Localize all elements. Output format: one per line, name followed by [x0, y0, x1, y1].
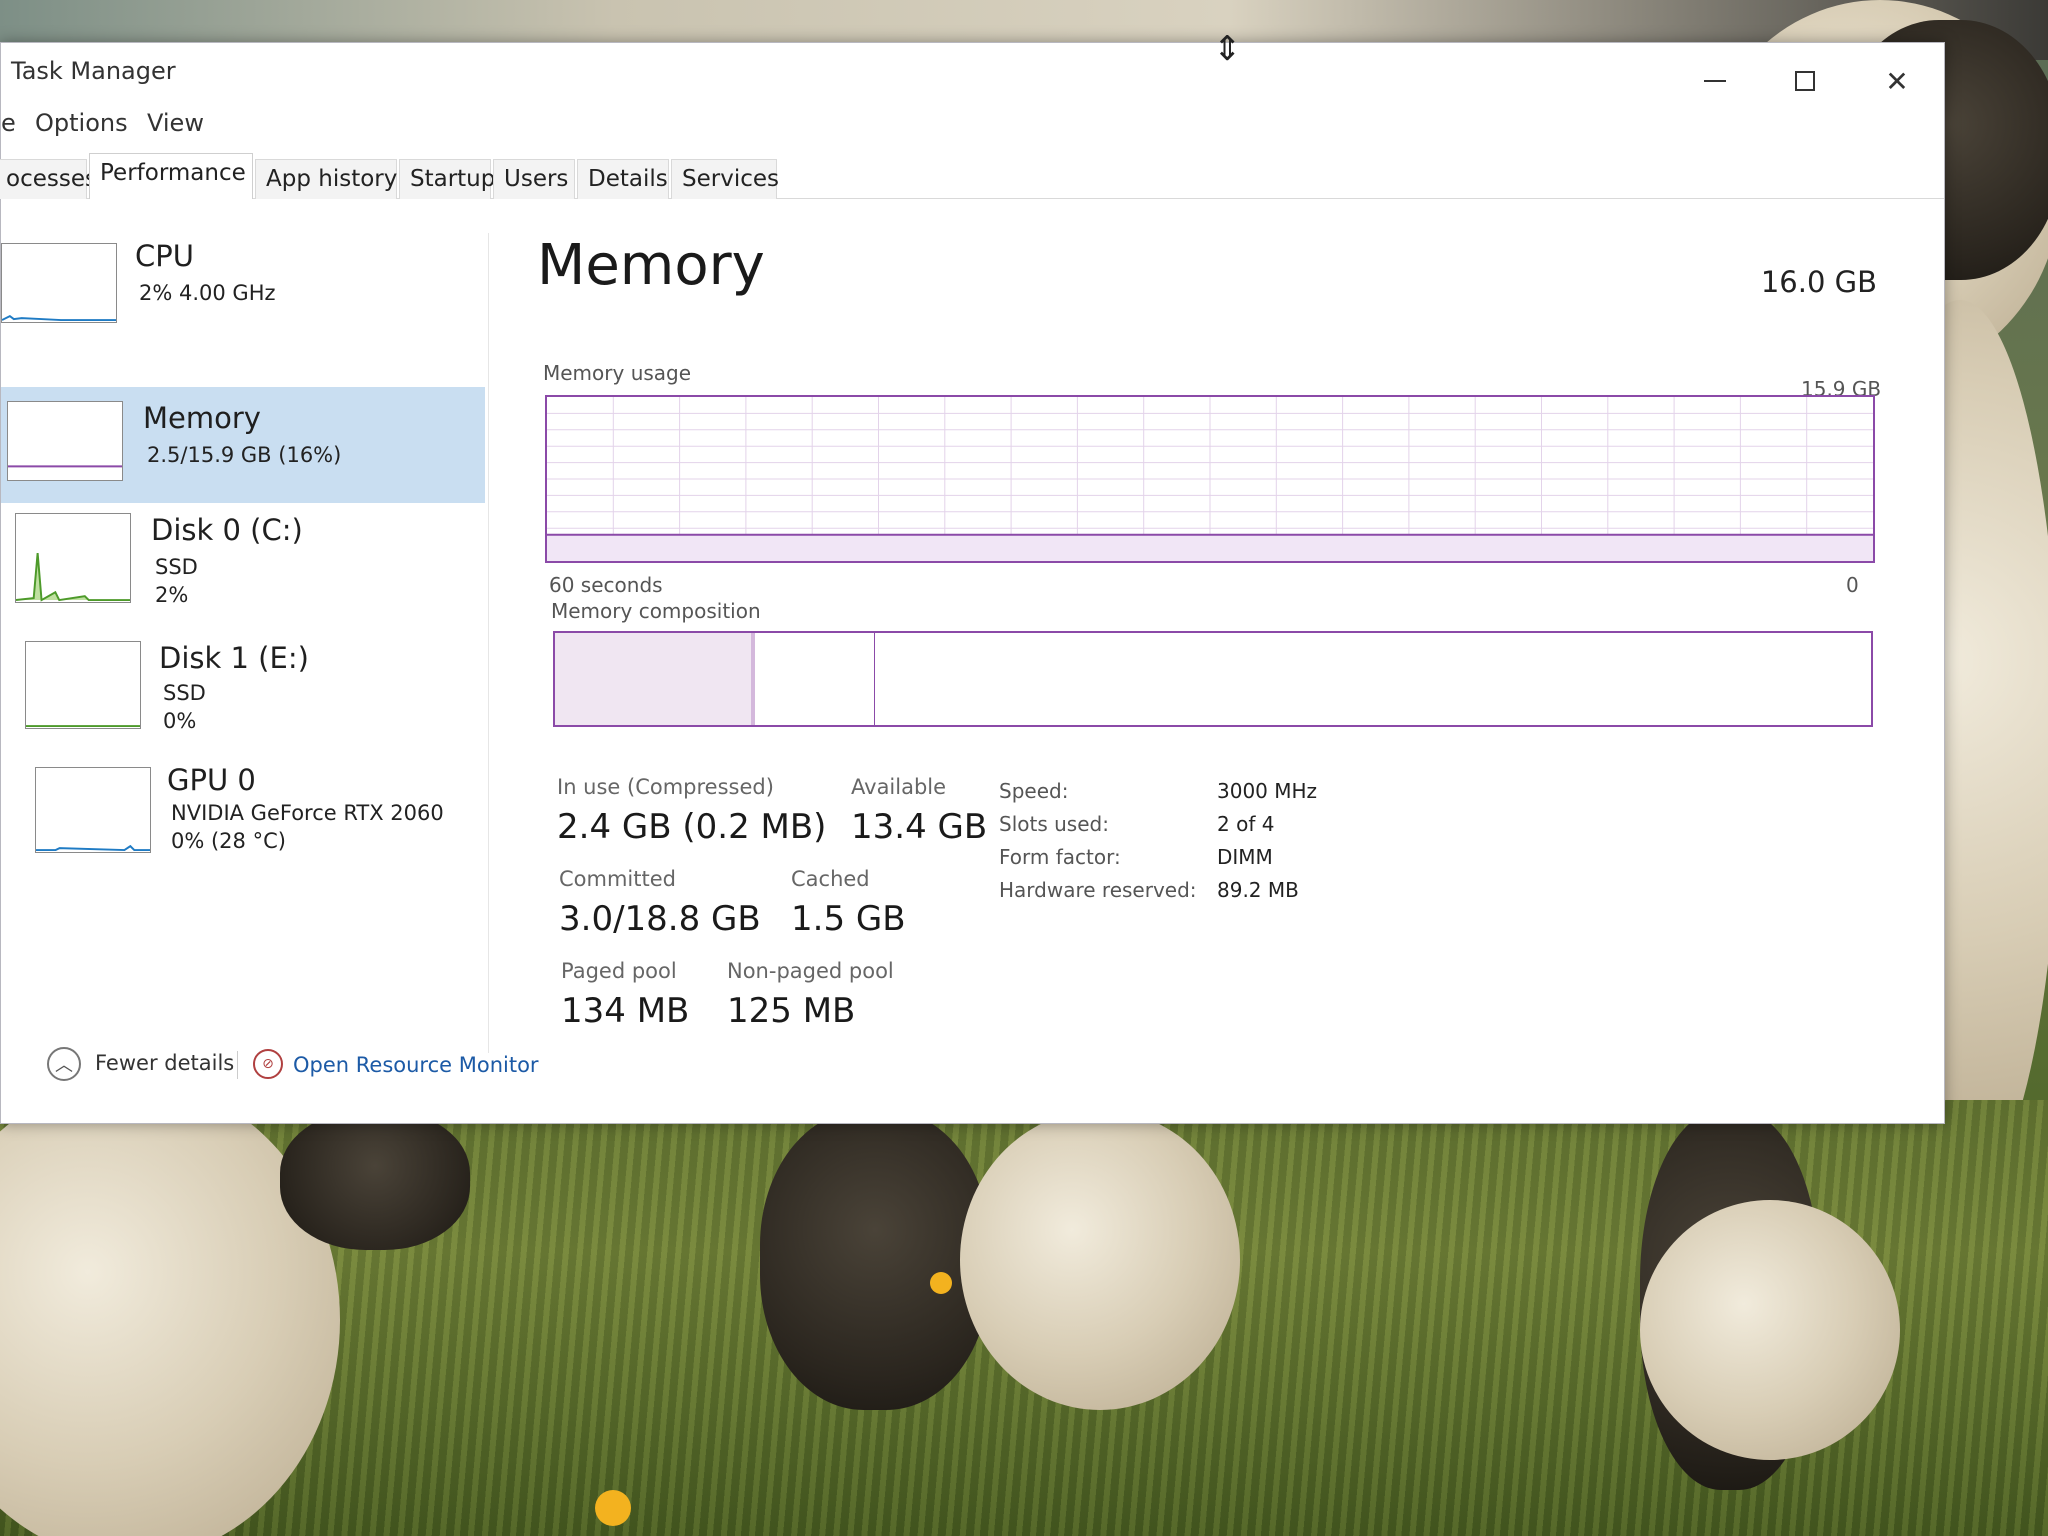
sheep-leg — [760, 1110, 990, 1410]
menu-view[interactable]: View — [147, 109, 204, 137]
performance-sidebar: CPU 2% 4.00 GHz Memory 2.5/15.9 GB (16%)… — [1, 233, 489, 1053]
tab-performance[interactable]: Performance — [89, 153, 253, 199]
speed-label: Speed: — [999, 779, 1069, 803]
composition-in-use — [555, 633, 755, 725]
sidebar-cpu-usage: 2% 4.00 GHz — [139, 281, 276, 305]
menu-file[interactable]: e — [1, 109, 16, 137]
page-title: Memory — [537, 233, 765, 298]
chevron-up-icon[interactable]: ︿ — [47, 1047, 81, 1081]
minimize-icon — [1704, 80, 1726, 82]
tab-users[interactable]: Users — [493, 159, 575, 199]
usage-area — [547, 534, 1873, 561]
maximize-icon — [1795, 71, 1815, 91]
disk0-thumbnail-graph — [15, 513, 131, 603]
tab-processes[interactable]: ocesses — [0, 159, 97, 199]
sidebar-item-cpu[interactable]: CPU 2% 4.00 GHz — [1, 233, 485, 349]
disk1-thumbnail-graph — [25, 641, 141, 729]
time-end-label: 0 — [1846, 573, 1859, 597]
sidebar-gpu0-model: NVIDIA GeForce RTX 2060 — [171, 801, 444, 825]
sheep-leg — [280, 1110, 470, 1250]
slots-label: Slots used: — [999, 812, 1109, 836]
sidebar-memory-usage: 2.5/15.9 GB (16%) — [147, 443, 342, 467]
memory-thumbnail-graph — [7, 401, 123, 481]
nonpaged-pool-value: 125 MB — [727, 991, 856, 1031]
resource-monitor-icon[interactable]: ⊘ — [253, 1049, 283, 1079]
yellow-flower — [595, 1490, 631, 1526]
speed-value: 3000 MHz — [1217, 779, 1318, 803]
in-use-value: 2.4 GB (0.2 MB) — [557, 807, 827, 847]
tab-startup[interactable]: Startup — [399, 159, 495, 199]
tab-details[interactable]: Details — [577, 159, 669, 199]
cpu-thumbnail-graph — [1, 243, 117, 323]
slots-value: 2 of 4 — [1217, 812, 1275, 836]
sheep-wool — [1640, 1200, 1900, 1460]
tab-bar: ocesses Performance App history Startup … — [0, 153, 1944, 199]
available-value: 13.4 GB — [851, 807, 988, 847]
sidebar-item-disk1[interactable]: Disk 1 (E:) SSD 0% — [1, 641, 485, 757]
open-resource-monitor-link[interactable]: Open Resource Monitor — [293, 1053, 539, 1077]
gpu0-thumbnail-graph — [35, 767, 151, 853]
close-button[interactable]: ✕ — [1877, 61, 1917, 101]
paged-pool-label: Paged pool — [561, 959, 677, 983]
sidebar-item-disk0[interactable]: Disk 0 (C:) SSD 2% — [1, 513, 485, 629]
nonpaged-pool-label: Non-paged pool — [727, 959, 894, 983]
yellow-flower — [930, 1272, 952, 1294]
memory-total: 16.0 GB — [1760, 265, 1877, 299]
resize-cursor-icon: ⇕ — [1213, 29, 1242, 69]
maximize-button[interactable] — [1785, 61, 1825, 101]
sidebar-disk0-title: Disk 0 (C:) — [151, 513, 303, 547]
sidebar-disk0-usage: 2% — [155, 583, 189, 607]
time-range-label: 60 seconds — [549, 573, 663, 597]
in-use-label: In use (Compressed) — [557, 775, 774, 799]
form-factor-value: DIMM — [1217, 845, 1273, 869]
cached-value: 1.5 GB — [791, 899, 906, 939]
committed-value: 3.0/18.8 GB — [559, 899, 761, 939]
sidebar-cpu-title: CPU — [135, 239, 194, 273]
memory-composition-label: Memory composition — [551, 599, 761, 623]
menu-options[interactable]: Options — [35, 109, 128, 137]
minimize-button[interactable] — [1695, 61, 1735, 101]
memory-panel: Memory 16.0 GB Memory usage 15.9 GB 60 s… — [511, 233, 1931, 1053]
available-label: Available — [851, 775, 947, 799]
composition-modified — [759, 633, 875, 725]
title-bar[interactable]: Task Manager ✕ ⇕ — [1, 29, 1944, 103]
sidebar-disk1-title: Disk 1 (E:) — [159, 641, 309, 675]
window-title: Task Manager — [11, 57, 176, 85]
sheep-wool — [960, 1110, 1240, 1410]
memory-usage-label: Memory usage — [543, 361, 692, 385]
hardware-reserved-label: Hardware reserved: — [999, 878, 1197, 902]
sidebar-gpu0-usage: 0% (28 °C) — [171, 829, 286, 853]
form-factor-label: Form factor: — [999, 845, 1121, 869]
sidebar-memory-title: Memory — [143, 401, 261, 435]
sidebar-disk1-usage: 0% — [163, 709, 197, 733]
tab-services[interactable]: Services — [671, 159, 779, 199]
fewer-details-button[interactable]: Fewer details — [95, 1051, 234, 1075]
close-icon: ✕ — [1885, 64, 1909, 98]
hardware-reserved-value: 89.2 MB — [1217, 878, 1299, 902]
sidebar-gpu0-title: GPU 0 — [167, 763, 256, 797]
sidebar-disk0-type: SSD — [155, 555, 198, 579]
sidebar-item-memory[interactable]: Memory 2.5/15.9 GB (16%) — [1, 387, 485, 503]
memory-usage-chart — [547, 397, 1873, 561]
footer-separator — [237, 1051, 238, 1079]
memory-composition-bar — [553, 631, 1873, 727]
tab-app-history[interactable]: App history — [255, 159, 397, 199]
paged-pool-value: 134 MB — [561, 991, 690, 1031]
sidebar-disk1-type: SSD — [163, 681, 206, 705]
memory-usage-graph — [545, 395, 1875, 563]
committed-label: Committed — [559, 867, 676, 891]
cached-label: Cached — [791, 867, 870, 891]
task-manager-window: Task Manager ✕ ⇕ e Options View ocesses … — [0, 29, 1945, 1124]
sidebar-item-gpu0[interactable]: GPU 0 NVIDIA GeForce RTX 2060 0% (28 °C) — [1, 763, 485, 879]
